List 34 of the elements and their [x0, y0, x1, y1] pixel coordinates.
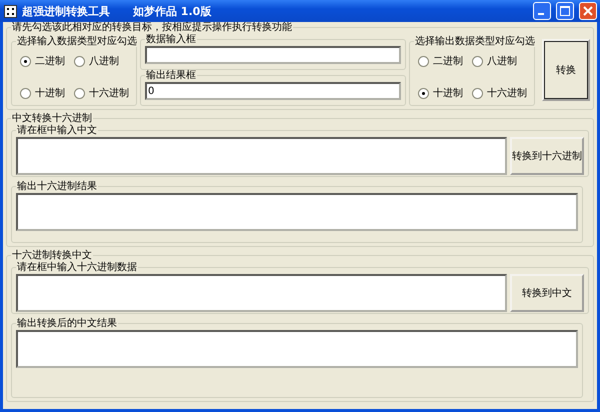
group-label: 请在框中输入中文 — [16, 125, 98, 136]
convert-button[interactable]: 转换 — [542, 39, 590, 101]
group-label: 输出结果框 — [145, 70, 197, 81]
input-field[interactable] — [145, 46, 401, 64]
radio-button[interactable]: 八进制 — [472, 54, 536, 68]
text-area[interactable] — [16, 330, 578, 368]
minimize-button[interactable] — [533, 2, 551, 20]
radio-button[interactable]: 十进制 — [418, 86, 472, 100]
group-label: 选择输入数据类型对应勾选 — [16, 36, 138, 47]
group-label: 输出转换后的中文结果 — [16, 318, 118, 329]
group-label: 十六进制转换中文 — [11, 250, 93, 261]
close-button[interactable] — [579, 2, 597, 20]
maximize-icon — [560, 6, 570, 16]
radio-button[interactable]: 十六进制 — [74, 86, 138, 100]
radio-button[interactable]: 十进制 — [20, 86, 74, 100]
window-title: 超强进制转换工具 如梦作品 1.0版 — [22, 4, 212, 18]
maximize-button[interactable] — [556, 2, 574, 20]
radio-button[interactable]: 八进制 — [74, 54, 138, 68]
radio-button[interactable]: 二进制 — [20, 54, 74, 68]
close-icon — [583, 6, 593, 16]
app-icon — [4, 4, 17, 18]
radio-button[interactable]: 十六进制 — [472, 86, 536, 100]
text-area[interactable] — [16, 274, 507, 312]
group-label: 中文转换十六进制 — [11, 113, 93, 124]
radio-button[interactable]: 二进制 — [418, 54, 472, 68]
text-area[interactable] — [16, 137, 507, 175]
convert-button[interactable]: 转换到中文 — [510, 274, 584, 312]
input-field[interactable]: 0 — [145, 82, 401, 100]
text-area[interactable] — [16, 193, 578, 231]
group-label: 选择输出数据类型对应勾选 — [414, 36, 536, 47]
group-label: 请在框中输入十六进制数据 — [16, 262, 138, 273]
convert-button[interactable]: 转换到十六进制 — [510, 137, 584, 175]
group-label: 数据输入框 — [145, 34, 197, 45]
group-label: 输出十六进制结果 — [16, 181, 98, 192]
